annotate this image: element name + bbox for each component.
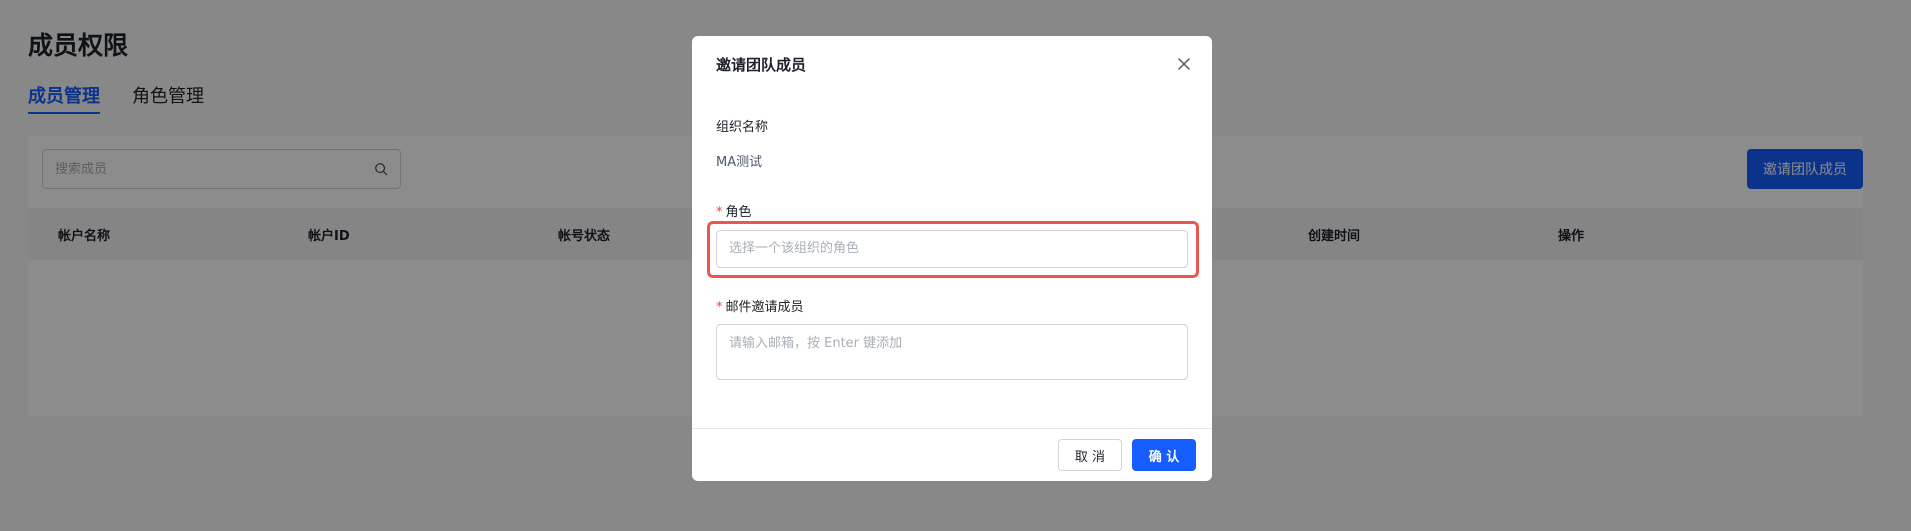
close-button[interactable] (1174, 54, 1194, 74)
email-label-text: 邮件邀请成员 (725, 300, 804, 315)
dialog-title: 邀请团队成员 (716, 56, 807, 74)
role-select[interactable]: 选择一个该组织的角色 (716, 230, 1188, 268)
email-label: * 邮件邀请成员 (716, 296, 804, 315)
role-label: * 角色 (716, 201, 752, 220)
role-label-text: 角色 (725, 205, 752, 220)
dialog-footer: 取 消 确 认 (692, 428, 1212, 481)
cancel-button[interactable]: 取 消 (1058, 439, 1122, 471)
required-mark: * (716, 300, 723, 315)
close-icon (1178, 58, 1190, 70)
email-tag-input (716, 324, 1188, 380)
confirm-button[interactable]: 确 认 (1132, 439, 1196, 471)
org-name-value: MA测试 (716, 155, 763, 170)
invite-member-dialog: 邀请团队成员 组织名称 MA测试 * 角色 选择一个该组织的角色 * 邮件邀请成员 … (692, 36, 1212, 481)
org-name-label: 组织名称 (716, 120, 769, 135)
email-input[interactable] (717, 328, 1157, 358)
required-mark: * (716, 205, 723, 220)
